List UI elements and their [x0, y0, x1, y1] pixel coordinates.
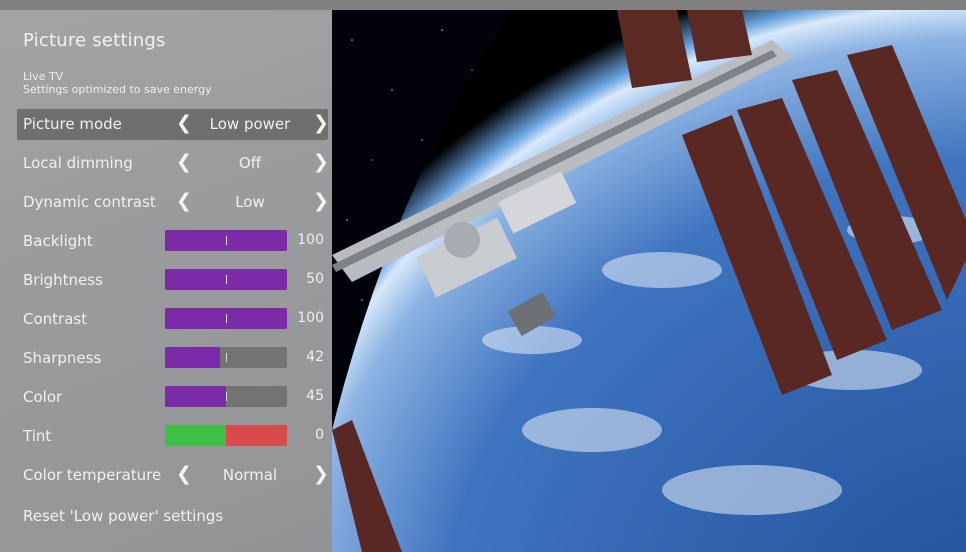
- local-dimming-label: Local dimming: [23, 154, 133, 172]
- chevron-right-icon[interactable]: ❯: [313, 151, 329, 173]
- backlight-value: 100: [297, 232, 324, 248]
- tint-row[interactable]: Tint 0: [17, 421, 328, 452]
- live-tv-video: [332, 10, 966, 552]
- contrast-value: 100: [297, 310, 324, 326]
- brightness-label: Brightness: [23, 271, 103, 289]
- contrast-label: Contrast: [23, 310, 88, 328]
- backlight-slider[interactable]: [165, 230, 287, 251]
- tint-slider[interactable]: [165, 425, 287, 446]
- picture-mode-value: Low power: [209, 115, 291, 133]
- color-value: 45: [306, 388, 324, 404]
- chevron-left-icon[interactable]: ❮: [176, 463, 192, 485]
- tv-screen: Picture settings Live TV Settings optimi…: [0, 0, 966, 552]
- slider-center-tick: [226, 314, 227, 323]
- chevron-right-icon[interactable]: ❯: [313, 190, 329, 212]
- tint-green-segment: [165, 425, 226, 446]
- chevron-right-icon[interactable]: ❯: [313, 463, 329, 485]
- picture-settings-panel: Picture settings Live TV Settings optimi…: [0, 10, 332, 552]
- picture-mode-row[interactable]: Picture mode ❮ Low power ❯: [17, 109, 329, 140]
- dynamic-contrast-label: Dynamic contrast: [23, 193, 156, 211]
- slider-center-tick: [226, 275, 227, 284]
- panel-subtitle: Settings optimized to save energy: [23, 83, 212, 96]
- contrast-row[interactable]: Contrast 100: [17, 304, 328, 335]
- color-temperature-label: Color temperature: [23, 466, 162, 484]
- brightness-value: 50: [306, 271, 324, 287]
- sharpness-label: Sharpness: [23, 349, 102, 367]
- tint-value: 0: [315, 427, 324, 443]
- dynamic-contrast-row[interactable]: Dynamic contrast ❮ Low ❯: [17, 187, 329, 218]
- slider-center-tick: [226, 392, 227, 401]
- local-dimming-value: Off: [238, 154, 262, 172]
- slider-center-tick: [226, 236, 227, 245]
- brightness-slider[interactable]: [165, 269, 287, 290]
- color-temperature-value: Normal: [222, 466, 278, 484]
- chevron-right-icon[interactable]: ❯: [313, 112, 329, 134]
- backlight-label: Backlight: [23, 232, 93, 250]
- backlight-row[interactable]: Backlight 100: [17, 226, 328, 257]
- chevron-left-icon[interactable]: ❮: [176, 112, 192, 134]
- tint-label: Tint: [23, 427, 52, 445]
- slider-fill: [165, 347, 220, 368]
- brightness-row[interactable]: Brightness 50: [17, 265, 328, 296]
- picture-mode-label: Picture mode: [23, 115, 122, 133]
- contrast-slider[interactable]: [165, 308, 287, 329]
- local-dimming-row[interactable]: Local dimming ❮ Off ❯: [17, 148, 329, 179]
- color-temperature-row[interactable]: Color temperature ❮ Normal ❯: [17, 460, 329, 491]
- tint-red-segment: [226, 425, 287, 446]
- sharpness-slider[interactable]: [165, 347, 287, 368]
- color-row[interactable]: Color 45: [17, 382, 328, 413]
- color-slider[interactable]: [165, 386, 287, 407]
- panel-title: Picture settings: [23, 30, 166, 51]
- slider-fill: [165, 386, 226, 407]
- slider-center-tick: [226, 353, 227, 362]
- reset-settings-button[interactable]: Reset 'Low power' settings: [23, 507, 223, 525]
- color-label: Color: [23, 388, 63, 406]
- input-source-label: Live TV: [23, 70, 64, 83]
- sharpness-value: 42: [306, 349, 324, 365]
- dynamic-contrast-value: Low: [235, 193, 265, 211]
- sharpness-row[interactable]: Sharpness 42: [17, 343, 328, 374]
- chevron-left-icon[interactable]: ❮: [176, 190, 192, 212]
- chevron-left-icon[interactable]: ❮: [176, 151, 192, 173]
